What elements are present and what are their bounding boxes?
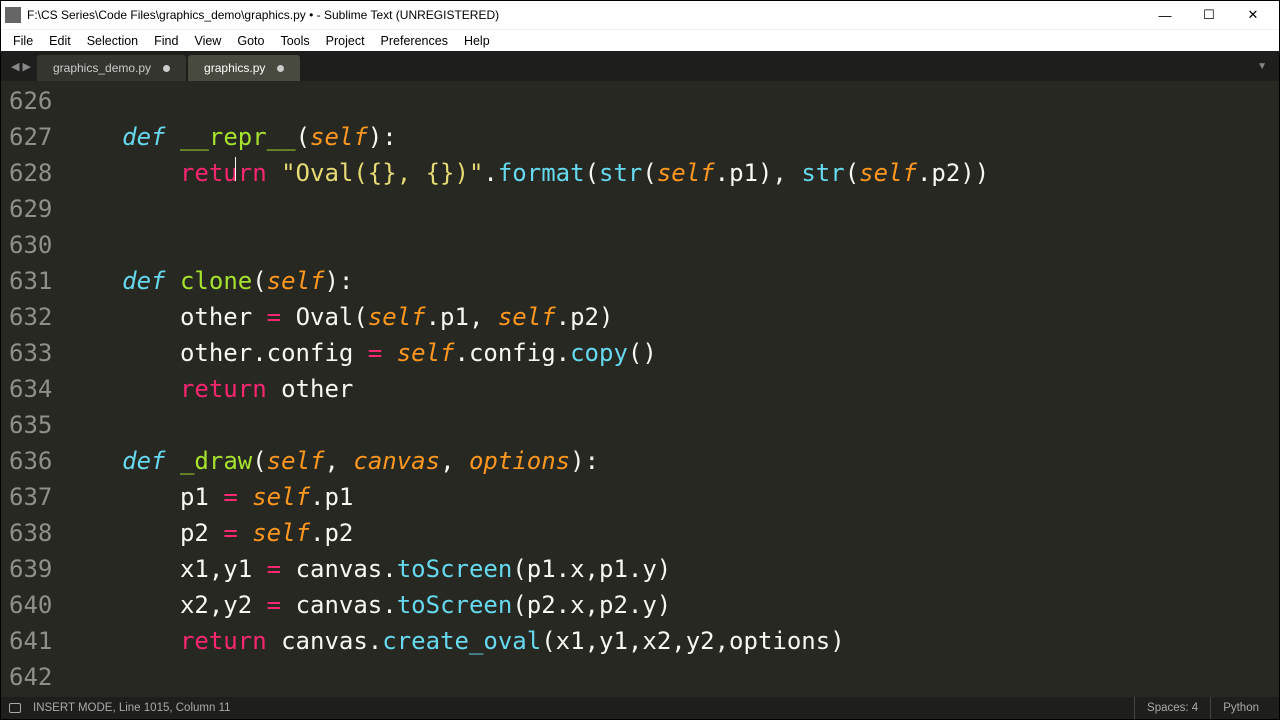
code-line[interactable]: def _draw(self, canvas, options): xyxy=(64,443,1279,479)
code-line[interactable] xyxy=(64,191,1279,227)
tab-dropdown-icon[interactable]: ▼ xyxy=(1249,61,1275,72)
window-title-bar: F:\CS Series\Code Files\graphics_demo\gr… xyxy=(1,1,1279,29)
status-indent[interactable]: Spaces: 4 xyxy=(1134,697,1210,719)
menu-item-preferences[interactable]: Preferences xyxy=(373,30,456,51)
code-line[interactable]: p1 = self.p1 xyxy=(64,479,1279,515)
code-line[interactable]: x1,y1 = canvas.toScreen(p1.x,p1.y) xyxy=(64,551,1279,587)
tab-label: graphics_demo.py xyxy=(53,61,151,75)
code-line[interactable]: return other xyxy=(64,371,1279,407)
menu-item-selection[interactable]: Selection xyxy=(79,30,146,51)
code-line[interactable]: other.config = self.config.copy() xyxy=(64,335,1279,371)
line-number: 637 xyxy=(9,479,52,515)
line-number: 630 xyxy=(9,227,52,263)
line-number: 633 xyxy=(9,335,52,371)
tab-nav-arrows[interactable]: ◀ ▶ xyxy=(5,60,37,73)
line-number: 641 xyxy=(9,623,52,659)
menu-bar: FileEditSelectionFindViewGotoToolsProjec… xyxy=(1,29,1279,51)
code-line[interactable]: def __repr__(self): xyxy=(64,119,1279,155)
menu-item-view[interactable]: View xyxy=(186,30,229,51)
line-number: 628 xyxy=(9,155,52,191)
close-button[interactable]: ✕ xyxy=(1231,1,1275,29)
code-line[interactable] xyxy=(64,659,1279,695)
tab-graphics-py[interactable]: graphics.py xyxy=(188,55,300,81)
line-number: 626 xyxy=(9,83,52,119)
line-number: 631 xyxy=(9,263,52,299)
line-number: 629 xyxy=(9,191,52,227)
minimize-button[interactable]: — xyxy=(1143,1,1187,29)
code-line[interactable]: class Circle(Oval): xyxy=(64,695,1279,697)
line-number: 638 xyxy=(9,515,52,551)
maximize-button[interactable]: ☐ xyxy=(1187,1,1231,29)
modified-indicator-icon xyxy=(277,65,284,72)
line-number: 639 xyxy=(9,551,52,587)
tab-bar: ◀ ▶ graphics_demo.py graphics.py ▼ xyxy=(1,51,1279,81)
line-number: 643 xyxy=(9,695,52,697)
code-line[interactable]: other = Oval(self.p1, self.p2) xyxy=(64,299,1279,335)
line-number: 640 xyxy=(9,587,52,623)
code-line[interactable]: p2 = self.p2 xyxy=(64,515,1279,551)
code-line[interactable] xyxy=(64,227,1279,263)
code-line[interactable]: return "Oval({}, {})".format(str(self.p1… xyxy=(64,155,1279,191)
line-number: 636 xyxy=(9,443,52,479)
code-content[interactable]: def __repr__(self): return "Oval({}, {})… xyxy=(64,81,1279,697)
status-syntax[interactable]: Python xyxy=(1210,697,1271,719)
editor[interactable]: 6266276286296306316326336346356366376386… xyxy=(1,81,1279,697)
line-number: 635 xyxy=(9,407,52,443)
code-line[interactable]: def clone(self): xyxy=(64,263,1279,299)
window-title: F:\CS Series\Code Files\graphics_demo\gr… xyxy=(27,8,1143,22)
menu-item-find[interactable]: Find xyxy=(146,30,186,51)
status-mode: INSERT MODE, Line 1015, Column 11 xyxy=(33,702,231,714)
line-number: 634 xyxy=(9,371,52,407)
menu-item-file[interactable]: File xyxy=(5,30,41,51)
tab-label: graphics.py xyxy=(204,61,265,75)
menu-item-help[interactable]: Help xyxy=(456,30,498,51)
text-cursor xyxy=(235,157,236,181)
keyboard-icon xyxy=(9,703,21,713)
app-icon xyxy=(5,7,21,23)
menu-item-edit[interactable]: Edit xyxy=(41,30,79,51)
code-line[interactable] xyxy=(64,83,1279,119)
code-line[interactable]: x2,y2 = canvas.toScreen(p2.x,p2.y) xyxy=(64,587,1279,623)
line-number: 642 xyxy=(9,659,52,695)
tab-graphics_demo-py[interactable]: graphics_demo.py xyxy=(37,55,186,81)
code-line[interactable] xyxy=(64,407,1279,443)
line-number: 627 xyxy=(9,119,52,155)
code-line[interactable]: return canvas.create_oval(x1,y1,x2,y2,op… xyxy=(64,623,1279,659)
menu-item-tools[interactable]: Tools xyxy=(272,30,317,51)
line-number-gutter: 6266276286296306316326336346356366376386… xyxy=(1,81,64,697)
modified-indicator-icon xyxy=(163,65,170,72)
status-bar: INSERT MODE, Line 1015, Column 11 Spaces… xyxy=(1,697,1279,719)
window-controls: — ☐ ✕ xyxy=(1143,1,1275,29)
line-number: 632 xyxy=(9,299,52,335)
menu-item-goto[interactable]: Goto xyxy=(229,30,272,51)
menu-item-project[interactable]: Project xyxy=(318,30,373,51)
